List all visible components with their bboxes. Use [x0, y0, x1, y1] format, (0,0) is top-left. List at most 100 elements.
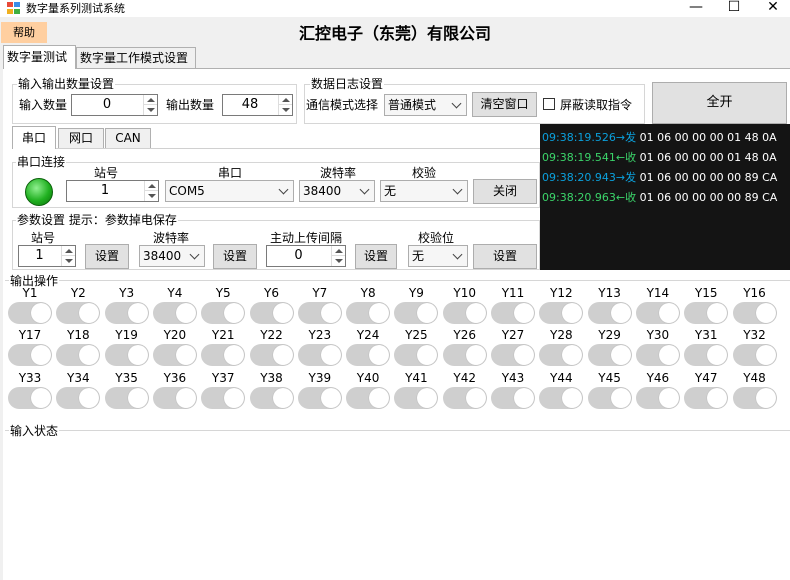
- output-toggle-switch[interactable]: [104, 387, 149, 409]
- output-toggle-switch[interactable]: [635, 387, 680, 409]
- output-toggle-switch[interactable]: [539, 387, 584, 409]
- output-toggle-switch[interactable]: [201, 387, 246, 409]
- output-toggle-switch[interactable]: [152, 387, 197, 409]
- log-panel[interactable]: 09:38:19.526→发 01 06 00 00 00 01 48 0A 09…: [540, 124, 790, 270]
- output-toggle-switch[interactable]: [635, 302, 680, 324]
- param-station-spinner[interactable]: 1: [18, 245, 76, 267]
- tab-serial[interactable]: 串口: [12, 126, 56, 149]
- output-toggle-switch[interactable]: [394, 344, 439, 366]
- output-toggle-switch[interactable]: [587, 344, 632, 366]
- output-toggle-switch[interactable]: [249, 344, 294, 366]
- output-toggle-switch[interactable]: [684, 387, 729, 409]
- set-interval-button[interactable]: 设置: [355, 244, 397, 269]
- toggle-knob: [610, 303, 631, 323]
- spinner-arrows-icon[interactable]: [144, 181, 158, 201]
- param-baud-label: 波特率: [153, 231, 190, 245]
- set-baud-button[interactable]: 设置: [213, 244, 257, 269]
- input-count-spinner[interactable]: 0: [71, 94, 158, 116]
- output-toggle-switch[interactable]: [394, 387, 439, 409]
- tab-digital-test[interactable]: 数字量测试: [3, 45, 76, 69]
- param-baud-select[interactable]: 38400: [139, 245, 205, 267]
- set-station-button[interactable]: 设置: [85, 244, 129, 269]
- output-count-spinner[interactable]: 48: [222, 94, 293, 116]
- output-toggle-switch[interactable]: [297, 344, 342, 366]
- output-toggle-switch[interactable]: [104, 344, 149, 366]
- output-toggle-switch[interactable]: [8, 387, 52, 409]
- toggle-knob: [175, 345, 196, 365]
- output-toggle-switch[interactable]: [249, 302, 294, 324]
- output-toggle-switch[interactable]: [539, 302, 584, 324]
- output-toggle-switch[interactable]: [56, 344, 101, 366]
- close-port-button[interactable]: 关闭: [473, 179, 537, 204]
- output-toggle-switch[interactable]: [104, 302, 149, 324]
- output-toggle-switch[interactable]: [442, 302, 487, 324]
- parity-select[interactable]: 无: [380, 180, 468, 202]
- output-toggle-switch[interactable]: [201, 302, 246, 324]
- parity-label: 校验: [412, 166, 437, 180]
- output-toggle-switch[interactable]: [442, 344, 487, 366]
- chevron-down-icon: [278, 184, 289, 195]
- output-toggle-switch[interactable]: [297, 387, 342, 409]
- param-parity-select[interactable]: 无: [408, 245, 468, 267]
- output-toggle-switch[interactable]: [56, 302, 101, 324]
- spinner-arrows-icon[interactable]: [331, 246, 345, 266]
- output-label: Y34: [66, 371, 90, 385]
- toggle-knob: [31, 303, 51, 323]
- output-toggle-switch[interactable]: [201, 344, 246, 366]
- tab-network[interactable]: 网口: [58, 128, 104, 148]
- output-toggle-switch[interactable]: [491, 387, 535, 409]
- output-toggle-switch[interactable]: [587, 387, 632, 409]
- toggle-knob: [79, 345, 100, 365]
- toggle-knob: [658, 303, 679, 323]
- output-toggle-switch[interactable]: [635, 344, 680, 366]
- output-toggle-switch[interactable]: [587, 302, 632, 324]
- output-toggle-switch[interactable]: [346, 344, 391, 366]
- output-toggle-switch[interactable]: [684, 302, 729, 324]
- output-toggle-switch[interactable]: [732, 302, 777, 324]
- output-toggle-switch[interactable]: [394, 302, 439, 324]
- set-parity-button[interactable]: 设置: [473, 244, 537, 269]
- tab-work-mode[interactable]: 数字量工作模式设置: [76, 47, 196, 69]
- toggle-knob: [224, 388, 245, 408]
- output-toggle-switch[interactable]: [8, 302, 52, 324]
- toggle-knob: [175, 388, 196, 408]
- output-toggle-switch[interactable]: [8, 344, 52, 366]
- spinner-arrows-icon[interactable]: [278, 95, 292, 115]
- output-toggle-switch[interactable]: [491, 302, 535, 324]
- output-toggle-switch[interactable]: [152, 302, 197, 324]
- tab-can[interactable]: CAN: [105, 128, 151, 148]
- spinner-arrows-icon[interactable]: [143, 95, 157, 115]
- output-toggle-switch[interactable]: [297, 302, 342, 324]
- output-toggle-switch[interactable]: [732, 387, 777, 409]
- output-toggle-switch[interactable]: [442, 387, 487, 409]
- output-ops-separator: [5, 280, 790, 281]
- close-button[interactable]: ✕: [758, 0, 788, 17]
- toggle-knob: [272, 303, 293, 323]
- output-toggle-switch[interactable]: [152, 344, 197, 366]
- port-select[interactable]: COM5: [165, 180, 294, 202]
- toggle-knob: [320, 388, 341, 408]
- station-spinner[interactable]: 1: [66, 180, 159, 202]
- output-toggle-switch[interactable]: [684, 344, 729, 366]
- output-toggle-switch[interactable]: [491, 344, 535, 366]
- connection-status-led: [25, 178, 53, 206]
- output-toggle-switch[interactable]: [346, 387, 391, 409]
- chevron-down-icon: [359, 184, 370, 195]
- output-toggle-switch[interactable]: [539, 344, 584, 366]
- output-toggle-switch[interactable]: [346, 302, 391, 324]
- output-toggle-switch[interactable]: [732, 344, 777, 366]
- maximize-button[interactable]: ☐: [719, 0, 749, 17]
- comm-mode-select[interactable]: 普通模式: [384, 94, 467, 116]
- output-label: Y42: [453, 371, 476, 385]
- mask-read-checkbox[interactable]: [543, 98, 555, 110]
- minimize-button[interactable]: —: [681, 0, 711, 17]
- baud-select[interactable]: 38400: [299, 180, 375, 202]
- output-label: Y28: [549, 328, 573, 342]
- spinner-arrows-icon[interactable]: [61, 246, 75, 266]
- open-all-button[interactable]: 全开: [652, 82, 787, 124]
- clear-window-button[interactable]: 清空窗口: [472, 92, 537, 117]
- output-count-value: 48: [241, 97, 259, 112]
- output-toggle-switch[interactable]: [56, 387, 101, 409]
- output-toggle-switch[interactable]: [249, 387, 294, 409]
- upload-interval-spinner[interactable]: 0: [266, 245, 346, 267]
